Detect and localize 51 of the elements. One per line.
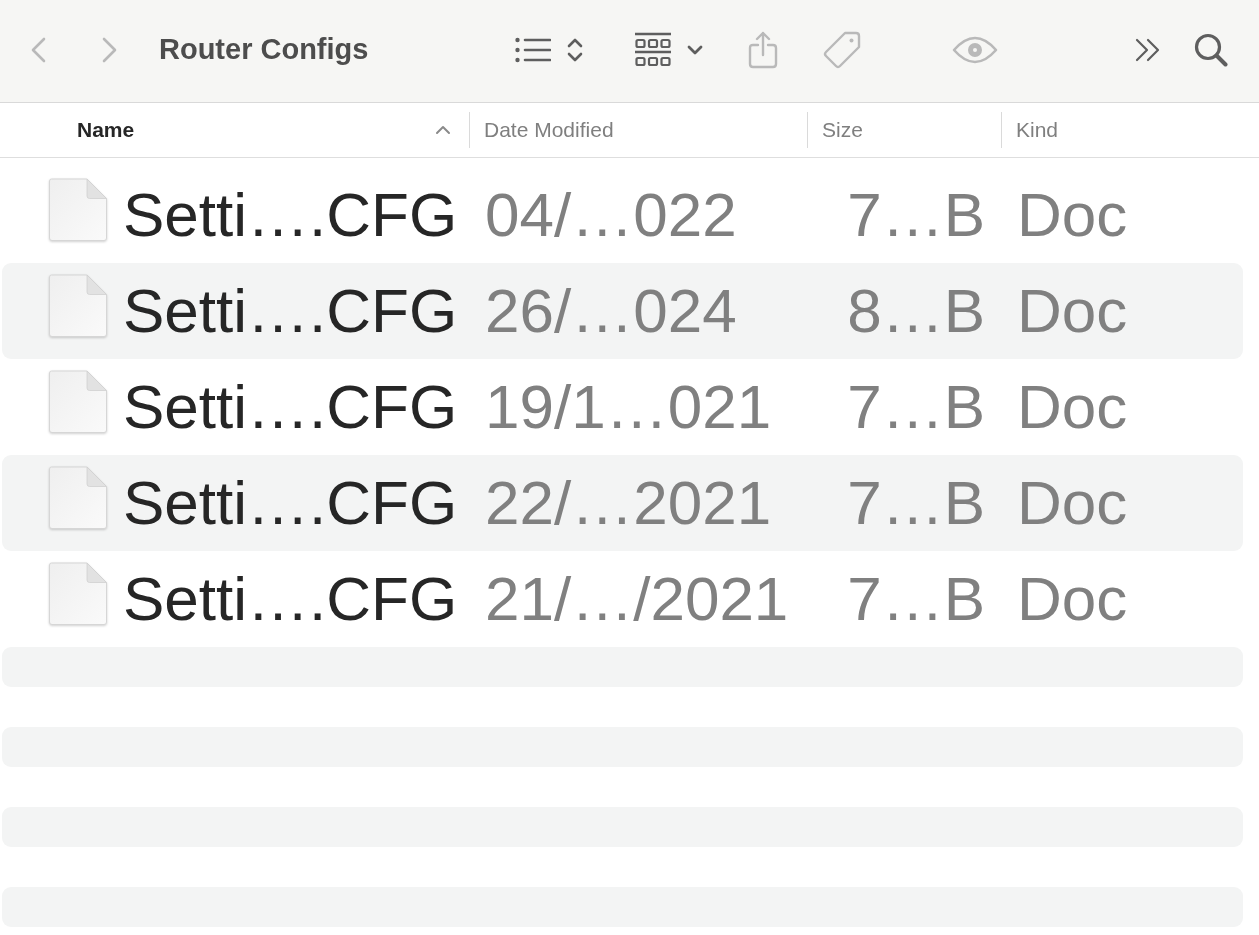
- list-icon: [515, 36, 551, 63]
- column-header[interactable]: Name: [0, 103, 469, 157]
- modified-date: 22/…2021: [485, 468, 772, 538]
- caret-down-icon: [687, 44, 703, 55]
- file-name[interactable]: Setti….CFG: [123, 275, 458, 347]
- chevron-right-icon: [102, 36, 118, 63]
- column-header[interactable]: Kind: [1001, 103, 1259, 157]
- chevron-left-icon: [30, 36, 46, 63]
- column-header[interactable]: Size: [807, 103, 1001, 157]
- up-down-chevron-icon: [567, 36, 583, 63]
- file-row[interactable]: Setti….CFG 04/…022 7…B Doc: [2, 167, 1243, 263]
- column-header[interactable]: Date Modified: [469, 103, 807, 157]
- file-size: 7…B: [847, 468, 985, 538]
- file-kind: Doc: [1017, 372, 1128, 442]
- document-icon: [48, 178, 108, 242]
- group-button[interactable]: [635, 31, 703, 68]
- file-name[interactable]: Setti….CFG: [123, 563, 458, 635]
- tag-icon: [823, 30, 861, 69]
- grid-icon: [635, 31, 671, 68]
- file-kind: Doc: [1017, 180, 1128, 250]
- file-name[interactable]: Setti….CFG: [123, 467, 458, 539]
- file-row[interactable]: Setti….CFG 26/…024 8…B Doc: [2, 263, 1243, 359]
- chevron-up-icon: [435, 125, 451, 135]
- document-icon: [48, 274, 108, 338]
- file-name[interactable]: Setti….CFG: [123, 179, 458, 251]
- search-button[interactable]: [1194, 32, 1228, 67]
- file-size: 7…B: [847, 564, 985, 634]
- modified-date: 19/1…021: [485, 372, 772, 442]
- view-options-button[interactable]: [515, 36, 583, 63]
- file-size: 7…B: [847, 372, 985, 442]
- search-icon: [1194, 32, 1228, 67]
- double-chevron-icon: [1135, 37, 1161, 62]
- modified-date: 26/…024: [485, 276, 737, 346]
- file-name[interactable]: Setti….CFG: [123, 371, 458, 443]
- modified-date: 21/…/2021: [485, 564, 789, 634]
- file-size: 8…B: [847, 276, 985, 346]
- file-row[interactable]: Setti….CFG 21/…/2021 7…B Doc: [2, 551, 1243, 647]
- modified-date: 04/…022: [485, 180, 737, 250]
- document-icon: [48, 562, 108, 626]
- file-kind: Doc: [1017, 564, 1128, 634]
- file-row[interactable]: Setti….CFG 22/…2021 7…B Doc: [2, 455, 1243, 551]
- more-button[interactable]: [1135, 37, 1161, 62]
- share-icon: [748, 30, 778, 69]
- file-size: 7…B: [847, 180, 985, 250]
- document-icon: [48, 370, 108, 434]
- window-title: Router Configs: [159, 33, 369, 66]
- document-icon: [48, 466, 108, 530]
- file-kind: Doc: [1017, 468, 1128, 538]
- file-row[interactable]: Setti….CFG 19/1…021 7…B Doc: [2, 359, 1243, 455]
- eye-icon: [952, 35, 998, 64]
- file-kind: Doc: [1017, 276, 1128, 346]
